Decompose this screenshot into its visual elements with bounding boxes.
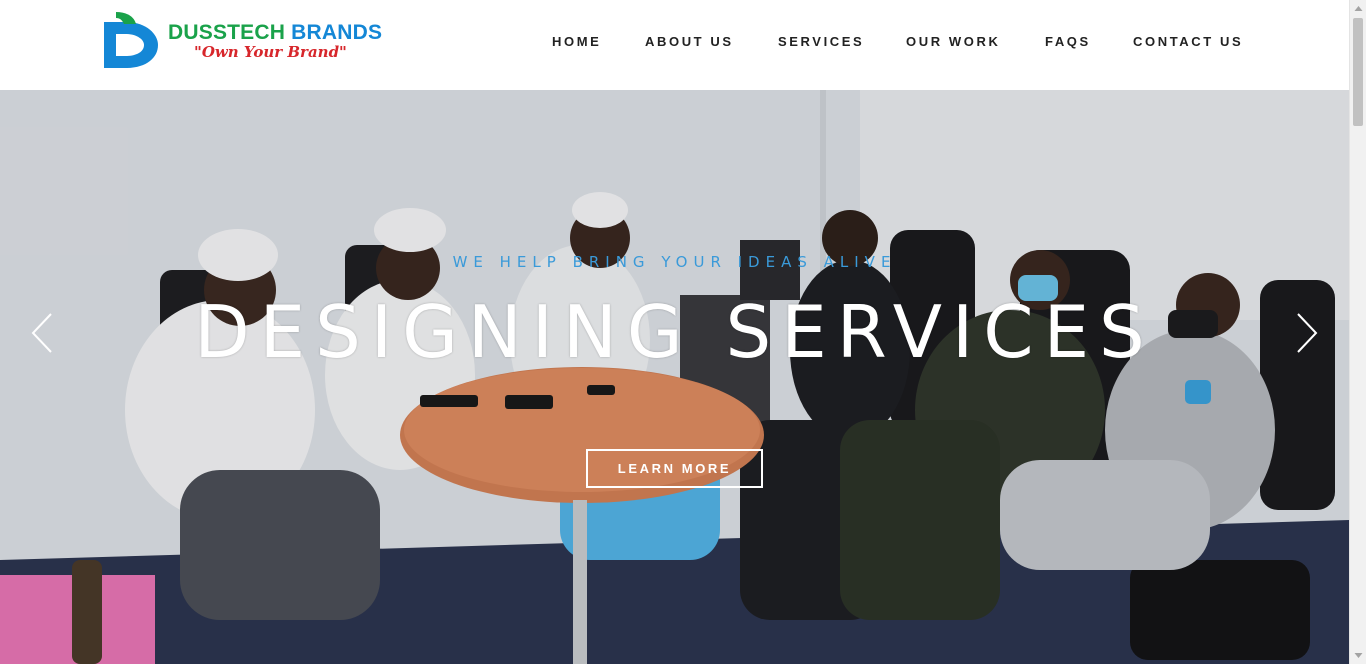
scrollbar-thumb[interactable] (1353, 18, 1363, 126)
hero-subtitle: WE HELP BRING YOUR IDEAS ALIVE (452, 253, 897, 271)
page: DUSSTECH BRANDS "Own Your Brand" HOME AB… (0, 0, 1366, 664)
nav-item-our-work[interactable]: OUR WORK (906, 34, 1000, 49)
nav-item-services[interactable]: SERVICES (778, 34, 864, 49)
hero-slider: WE HELP BRING YOUR IDEAS ALIVE DESIGNING… (0, 90, 1349, 664)
scroll-down-icon[interactable] (1350, 647, 1366, 664)
learn-more-button[interactable]: LEARN MORE (586, 449, 763, 488)
hero-overlay (0, 90, 1349, 664)
chevron-left-icon[interactable] (30, 312, 54, 354)
nav-item-about-us[interactable]: ABOUT US (645, 34, 734, 49)
site-header: DUSSTECH BRANDS "Own Your Brand" HOME AB… (0, 0, 1349, 90)
nav-item-faqs[interactable]: FAQS (1045, 34, 1091, 49)
scroll-up-icon[interactable] (1350, 0, 1366, 17)
main-nav: HOME ABOUT US SERVICES OUR WORK FAQS CON… (0, 34, 1349, 52)
hero-title: DESIGNING SERVICES (194, 290, 1155, 374)
chevron-right-icon[interactable] (1295, 312, 1319, 354)
page-scrollbar[interactable] (1349, 0, 1366, 664)
nav-item-contact-us[interactable]: CONTACT US (1133, 34, 1243, 49)
nav-item-home[interactable]: HOME (552, 34, 601, 49)
